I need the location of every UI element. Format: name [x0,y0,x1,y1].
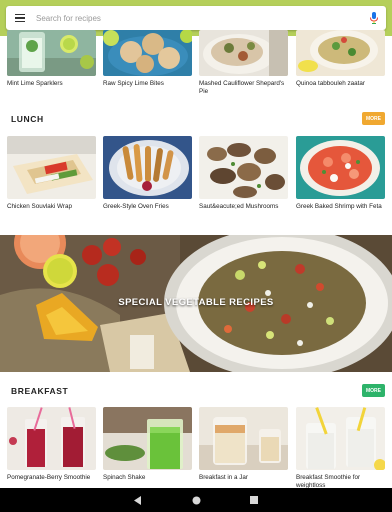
recipe-image [7,30,96,76]
mic-icon[interactable] [362,6,386,30]
recipe-title: Pomegranate-Berry Smoothie [7,474,91,481]
menu-icon[interactable] [6,6,34,30]
section-title-lunch: LUNCH [11,114,44,124]
recipe-image [103,407,192,470]
recipe-title: Raw Spicy Lime Bites [103,80,164,87]
search-bar[interactable] [6,6,386,30]
recipe-title: Quinoa tabbouleh zaatar [296,80,365,87]
recipe-image [103,30,192,76]
recipe-image [199,136,288,199]
recipe-card[interactable]: Mint Lime Sparklers [7,30,96,88]
recipe-card[interactable]: Quinoa tabbouleh zaatar [296,30,385,88]
banner-title: SPECIAL VEGETABLE RECIPES [118,297,274,308]
recipe-card[interactable]: Breakfast Smoothie for weightloss [296,407,385,489]
recipe-card[interactable]: Breakfast in a Jar [199,407,288,482]
recipe-image [199,30,288,76]
recipe-image [296,30,385,76]
recipe-title: Greek Baked Shrimp with Feta [296,203,382,210]
recipe-card[interactable]: Greek-Style Oven Fries [103,136,192,211]
back-icon[interactable] [132,494,144,506]
special-recipes-banner[interactable]: SPECIAL VEGETABLE RECIPES [0,235,392,372]
recipe-title: Mashed Cauliflower Shepard's Pie [199,80,285,95]
recipe-card[interactable]: Saut&eacute;ed Mushrooms [199,136,288,211]
recipe-title: Mint Lime Sparklers [7,80,63,87]
recipe-card[interactable]: Chicken Souvlaki Wrap [7,136,96,211]
lunch-more-button[interactable]: MORE [362,112,385,125]
recipe-title: Chicken Souvlaki Wrap [7,203,72,210]
recipe-title: Breakfast Smoothie for weightloss [296,474,361,489]
recipe-card[interactable]: Mashed Cauliflower Shepard's Pie [199,30,288,95]
recipe-image [199,407,288,470]
search-input[interactable] [34,13,362,23]
recipe-card[interactable]: Spinach Shake [103,407,192,482]
breakfast-more-button[interactable]: MORE [362,384,385,397]
recipe-image [7,136,96,199]
recipe-title: Greek-Style Oven Fries [103,203,169,210]
system-nav-bar [0,488,392,512]
recipe-image [296,407,385,470]
recipe-title: Saut&eacute;ed Mushrooms [199,203,279,210]
recipe-card[interactable]: Greek Baked Shrimp with Feta [296,136,385,211]
section-title-breakfast: BREAKFAST [11,386,69,396]
recipe-image [103,136,192,199]
recents-icon[interactable] [248,494,260,506]
recipe-image [7,407,96,470]
recipe-image [296,136,385,199]
recipe-card[interactable]: Raw Spicy Lime Bites [103,30,192,88]
home-icon[interactable] [190,494,202,506]
recipe-card[interactable]: Pomegranate-Berry Smoothie [7,407,96,482]
recipe-title: Spinach Shake [103,474,146,481]
recipe-title: Breakfast in a Jar [199,474,248,481]
